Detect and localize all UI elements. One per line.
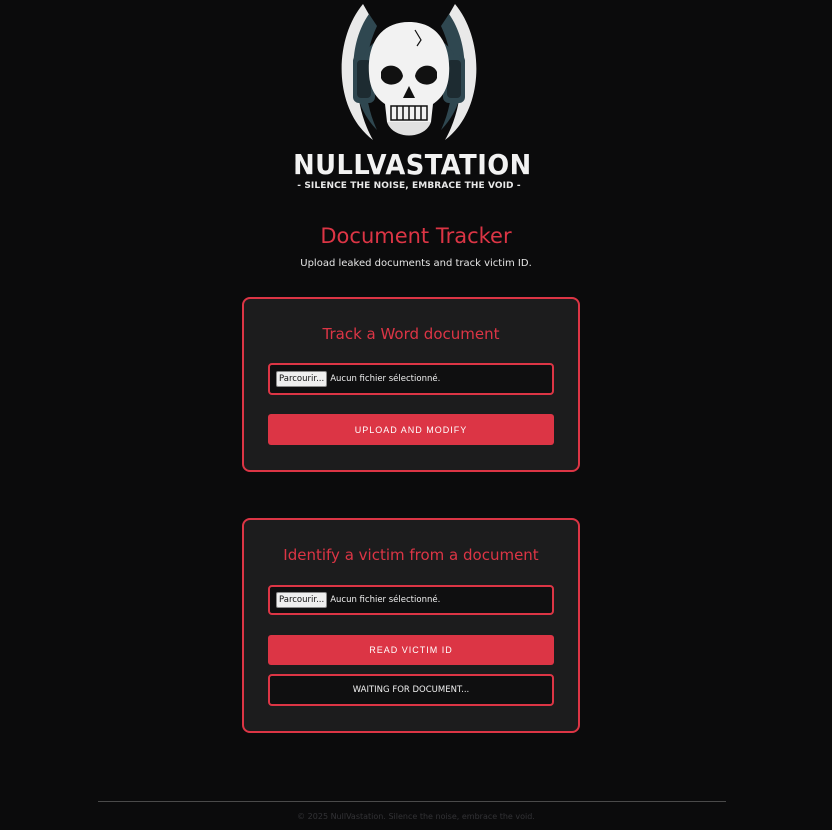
page-subtitle: Upload leaked documents and track victim… bbox=[300, 258, 532, 269]
footer-text: © 2025 NullVastation. Silence the noise,… bbox=[297, 812, 535, 821]
brand-name: NULLVASTATION bbox=[293, 148, 532, 181]
track-file-status: Aucun fichier sélectionné. bbox=[330, 374, 441, 384]
brand-tagline: - SILENCE THE NOISE, EMBRACE THE VOID - bbox=[297, 181, 521, 191]
track-card-heading: Track a Word document bbox=[322, 325, 500, 343]
brand-logo: NULLVASTATION - SILENCE THE NOISE, EMBRA… bbox=[283, 0, 535, 200]
upload-and-modify-button[interactable]: UPLOAD AND MODIFY bbox=[268, 414, 554, 445]
victim-id-result: WAITING FOR DOCUMENT... bbox=[268, 674, 554, 706]
read-victim-id-button[interactable]: READ VICTIM ID bbox=[268, 635, 554, 665]
identify-victim-card: Identify a victim from a document Parcou… bbox=[242, 518, 580, 733]
track-browse-button[interactable]: Parcourir... bbox=[276, 371, 328, 387]
track-document-card: Track a Word document Parcourir... Aucun… bbox=[242, 297, 580, 472]
footer-divider bbox=[98, 801, 726, 802]
identify-browse-button[interactable]: Parcourir... bbox=[276, 592, 328, 608]
identify-card-heading: Identify a victim from a document bbox=[283, 546, 539, 564]
skull-headphones-icon bbox=[341, 4, 477, 140]
page: NULLVASTATION - SILENCE THE NOISE, EMBRA… bbox=[0, 0, 832, 830]
page-title: Document Tracker bbox=[320, 224, 512, 248]
identify-file-status: Aucun fichier sélectionné. bbox=[330, 595, 441, 605]
identify-file-input[interactable]: Parcourir... Aucun fichier sélectionné. bbox=[268, 585, 554, 615]
track-file-input[interactable]: Parcourir... Aucun fichier sélectionné. bbox=[268, 363, 554, 395]
